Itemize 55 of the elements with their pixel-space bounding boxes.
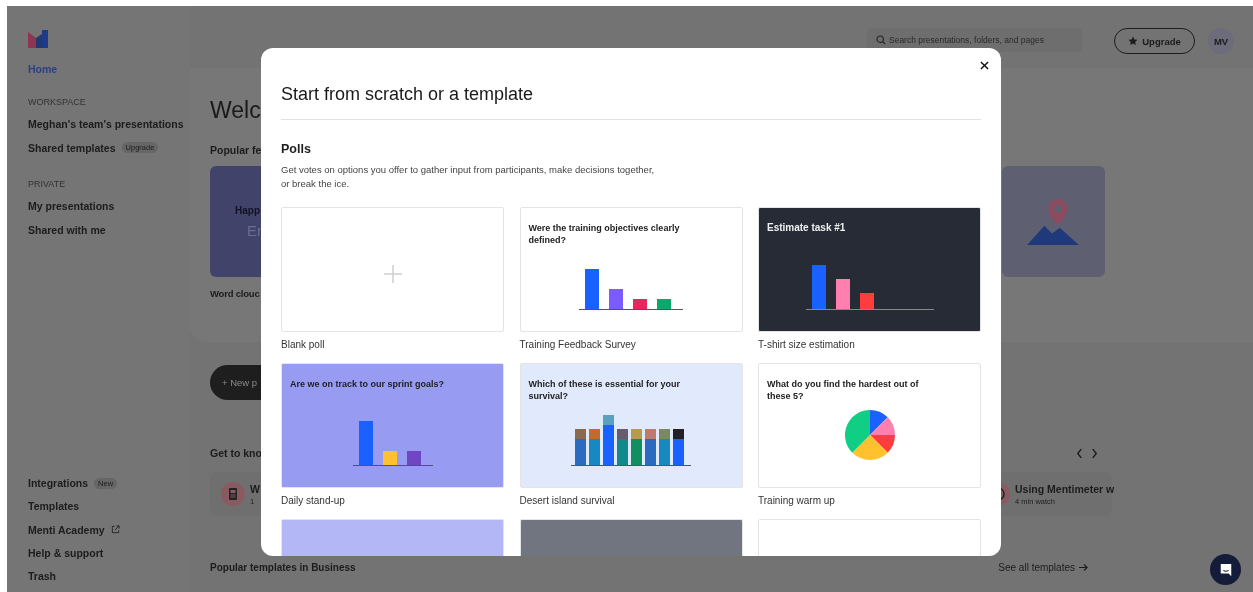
card-title: W: [250, 482, 260, 495]
chat-button[interactable]: [1210, 554, 1241, 585]
template-thumbnail[interactable]: [281, 207, 504, 332]
section-heading: PRIVATE: [28, 179, 67, 189]
section-heading: WORKSPACE: [28, 97, 87, 107]
nav-link[interactable]: Meghan's team's presentations: [28, 117, 184, 130]
template-thumbnail[interactable]: Estimate task #1: [758, 207, 981, 332]
see-all-link[interactable]: See all templates: [998, 562, 1089, 573]
nav-link[interactable]: Home: [28, 63, 190, 75]
location-pin-mountain-icon: [1026, 198, 1081, 245]
template-name: Training warm up: [758, 495, 836, 508]
template-thumbnail[interactable]: Which of these is essential for your survival?: [519, 363, 743, 488]
section-description: Get votes on options you offer to gather input from participants, make decisions together, or break the ice.: [281, 163, 656, 191]
external-link-icon: [110, 525, 120, 535]
template-name: Daily stand-up: [281, 495, 346, 508]
card-title: Happ: [235, 204, 260, 216]
document-icon: [221, 482, 245, 506]
slide-question: Estimate task #1: [767, 222, 847, 234]
card-caption: Word clouc: [210, 288, 260, 299]
nav-link[interactable]: Trash: [28, 570, 56, 583]
nav-link[interactable]: Integrations: [28, 477, 89, 489]
section-heading: Popular templates in Business: [210, 562, 356, 573]
welcome-heading: Welc: [210, 96, 261, 124]
chat-icon: [1218, 562, 1233, 577]
template-name: Training Feedback Survey: [519, 339, 637, 352]
template-thumbnail[interactable]: Were the training objectives clearly defined?: [519, 207, 743, 332]
nav-link[interactable]: My presentations: [28, 199, 115, 212]
nav-link[interactable]: Templates: [28, 500, 80, 513]
user-avatar[interactable]: MV: [1208, 28, 1234, 54]
nav-link[interactable]: Shared templates: [28, 141, 116, 154]
nav-link[interactable]: Help & support: [28, 546, 104, 559]
template-thumbnail[interactable]: What do you find the hardest out of these 5?: [758, 363, 981, 488]
section-heading: Get to kno: [210, 447, 262, 459]
section-heading: Popular fe: [210, 144, 262, 156]
slide-question: What do you find the hardest out of these 5?: [767, 378, 920, 402]
chevron-right-icon[interactable]: [1091, 447, 1098, 459]
nav-link[interactable]: Shared with me: [28, 223, 106, 236]
plus-icon: [382, 263, 403, 284]
close-icon[interactable]: [980, 61, 989, 70]
dialog-title: Start from scratch or a template: [281, 84, 534, 105]
card-title: Using Mentimeter w: [1015, 482, 1115, 495]
search-icon: [876, 35, 886, 45]
slide-question: Are we on track to our sprint goals?: [290, 378, 446, 390]
nav-link[interactable]: Menti Academy: [28, 523, 105, 536]
arrow-right-icon: [1078, 563, 1089, 572]
template-name: T-shirt size estimation: [758, 339, 856, 352]
section-title: Polls: [281, 142, 312, 156]
logo-icon[interactable]: [28, 30, 48, 48]
slide-question: Which of these is essential for your survival?: [528, 378, 682, 402]
chevron-left-icon[interactable]: [1076, 447, 1083, 459]
star-icon: [1128, 36, 1139, 46]
template-name: Blank poll: [281, 339, 326, 352]
slide-question: Were the training objectives clearly defined?: [528, 222, 681, 246]
template-name: Desert island survival: [519, 495, 616, 508]
template-thumbnail[interactable]: Are we on track to our sprint goals?: [281, 363, 504, 488]
